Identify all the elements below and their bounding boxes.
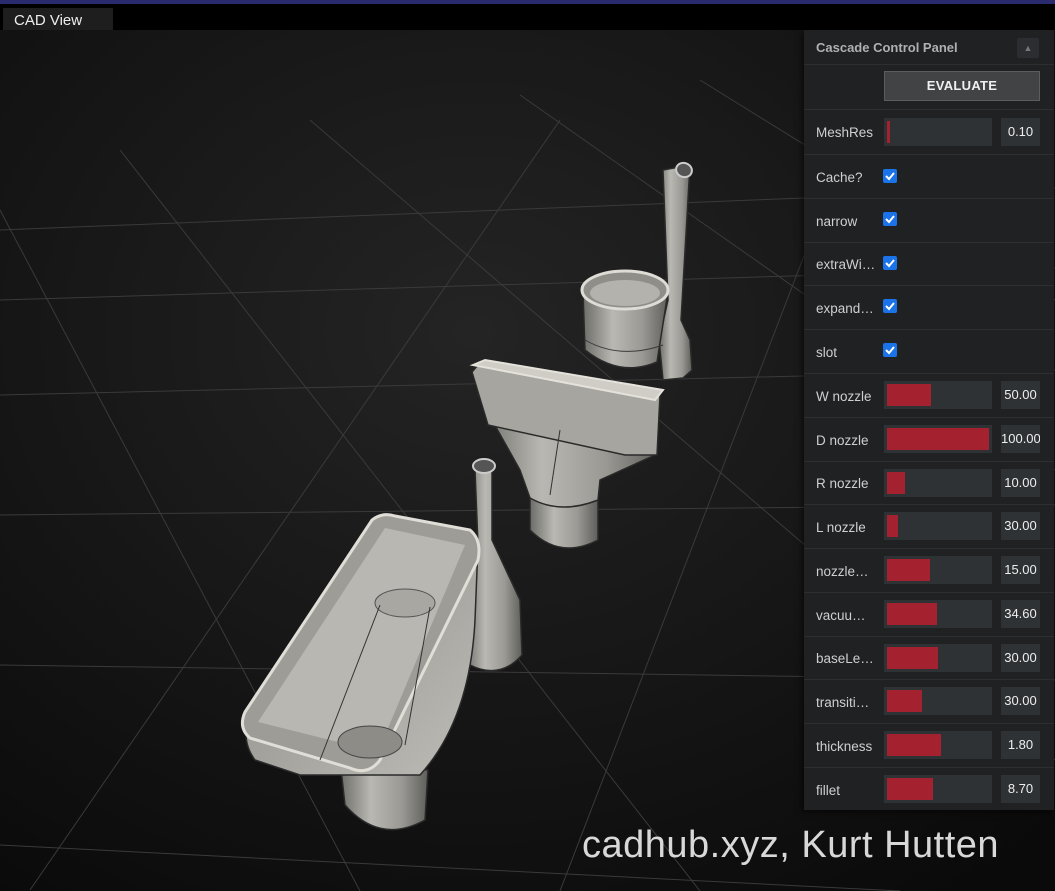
slider-l-nozzle[interactable] [884,512,992,540]
value-input-nozzle[interactable]: 15.00 [1001,556,1040,584]
slider-fill [887,428,989,450]
value-input-l-nozzle[interactable]: 30.00 [1001,512,1040,540]
check-icon [885,215,895,224]
param-label: D nozzle [816,433,869,448]
param-row-r-nozzle: R nozzle 10.00 [804,462,1054,505]
param-label: nozzle… [816,564,869,579]
chevron-up-icon: ▲ [1023,43,1033,53]
slider-basele[interactable] [884,644,992,672]
param-label: narrow [816,214,858,229]
slider-d-nozzle[interactable] [884,425,992,453]
check-icon [885,172,895,181]
param-label: Cache? [816,170,863,185]
slider-fill [887,515,898,537]
check-icon [885,302,895,311]
param-label: slot [816,345,838,360]
param-label: W nozzle [816,389,872,404]
slider-fill [887,559,930,581]
param-row-meshres: MeshRes 0.10 [804,110,1054,155]
slider-thickness[interactable] [884,731,992,759]
value-input-fillet[interactable]: 8.70 [1001,775,1040,803]
checkbox-slot[interactable] [883,343,897,357]
param-row-fillet: fillet 8.70 [804,768,1054,810]
value-input-transiti[interactable]: 30.00 [1001,687,1040,715]
slider-transiti[interactable] [884,687,992,715]
slider-w-nozzle[interactable] [884,381,992,409]
slider-nozzle[interactable] [884,556,992,584]
panel-header: Cascade Control Panel ▲ [804,30,1054,65]
param-row-d-nozzle: D nozzle 100.00 [804,418,1054,462]
value-input-w-nozzle[interactable]: 50.00 [1001,381,1040,409]
param-row-narrow: narrow [804,199,1054,243]
param-label: MeshRes [816,125,874,140]
slider-fill [887,734,941,756]
slider-fill [887,603,937,625]
param-row-transiti: transiti… 30.00 [804,680,1054,724]
tab-bar: CAD View [0,4,1055,34]
slider-fill [887,121,890,143]
slider-r-nozzle[interactable] [884,469,992,497]
value-input-meshres[interactable]: 0.10 [1001,118,1040,146]
check-icon [885,259,895,268]
param-row-w-nozzle: W nozzle 50.00 [804,374,1054,418]
slider-fill [887,690,922,712]
watermark: cadhub.xyz, Kurt Hutten [582,824,1000,866]
param-row-l-nozzle: L nozzle 30.00 [804,505,1054,549]
param-row-basele: baseLe… 30.00 [804,637,1054,680]
slider-vacuu[interactable] [884,600,992,628]
param-row-extrawi: extraWi… [804,243,1054,286]
checkbox-expand[interactable] [883,299,897,313]
param-row-thickness: thickness 1.80 [804,724,1054,768]
slider-meshres[interactable] [884,118,992,146]
param-row-vacuu: vacuu… 34.60 [804,593,1054,637]
check-icon [885,346,895,355]
param-label: L nozzle [816,520,866,535]
control-panel: Cascade Control Panel ▲ EVALUATE MeshRes… [804,30,1054,810]
param-label: extraWi… [816,257,876,272]
value-input-r-nozzle[interactable]: 10.00 [1001,469,1040,497]
slider-fill [887,472,905,494]
slider-fill [887,384,931,406]
value-input-vacuu[interactable]: 34.60 [1001,600,1040,628]
param-row-nozzle: nozzle… 15.00 [804,549,1054,593]
panel-title: Cascade Control Panel [816,40,958,55]
param-label: thickness [816,739,873,754]
param-row-expand: expand… [804,286,1054,330]
collapse-button[interactable]: ▲ [1017,38,1039,58]
param-label: fillet [816,783,841,798]
checkbox-extrawi[interactable] [883,256,897,270]
param-label: vacuu… [816,608,866,623]
value-input-basele[interactable]: 30.00 [1001,644,1040,672]
checkbox-cache[interactable] [883,169,897,183]
checkbox-narrow[interactable] [883,212,897,226]
evaluate-row: EVALUATE [804,64,1054,110]
evaluate-button[interactable]: EVALUATE [884,71,1040,101]
value-input-d-nozzle[interactable]: 100.00 [1001,425,1040,453]
value-input-thickness[interactable]: 1.80 [1001,731,1040,759]
slider-fill [887,778,933,800]
param-row-slot: slot [804,330,1054,374]
param-label: transiti… [816,695,870,710]
slider-fillet[interactable] [884,775,992,803]
param-label: R nozzle [816,476,869,491]
param-label: baseLe… [816,651,874,666]
slider-fill [887,647,938,669]
param-row-cache: Cache? [804,155,1054,199]
param-label: expand… [816,301,874,316]
